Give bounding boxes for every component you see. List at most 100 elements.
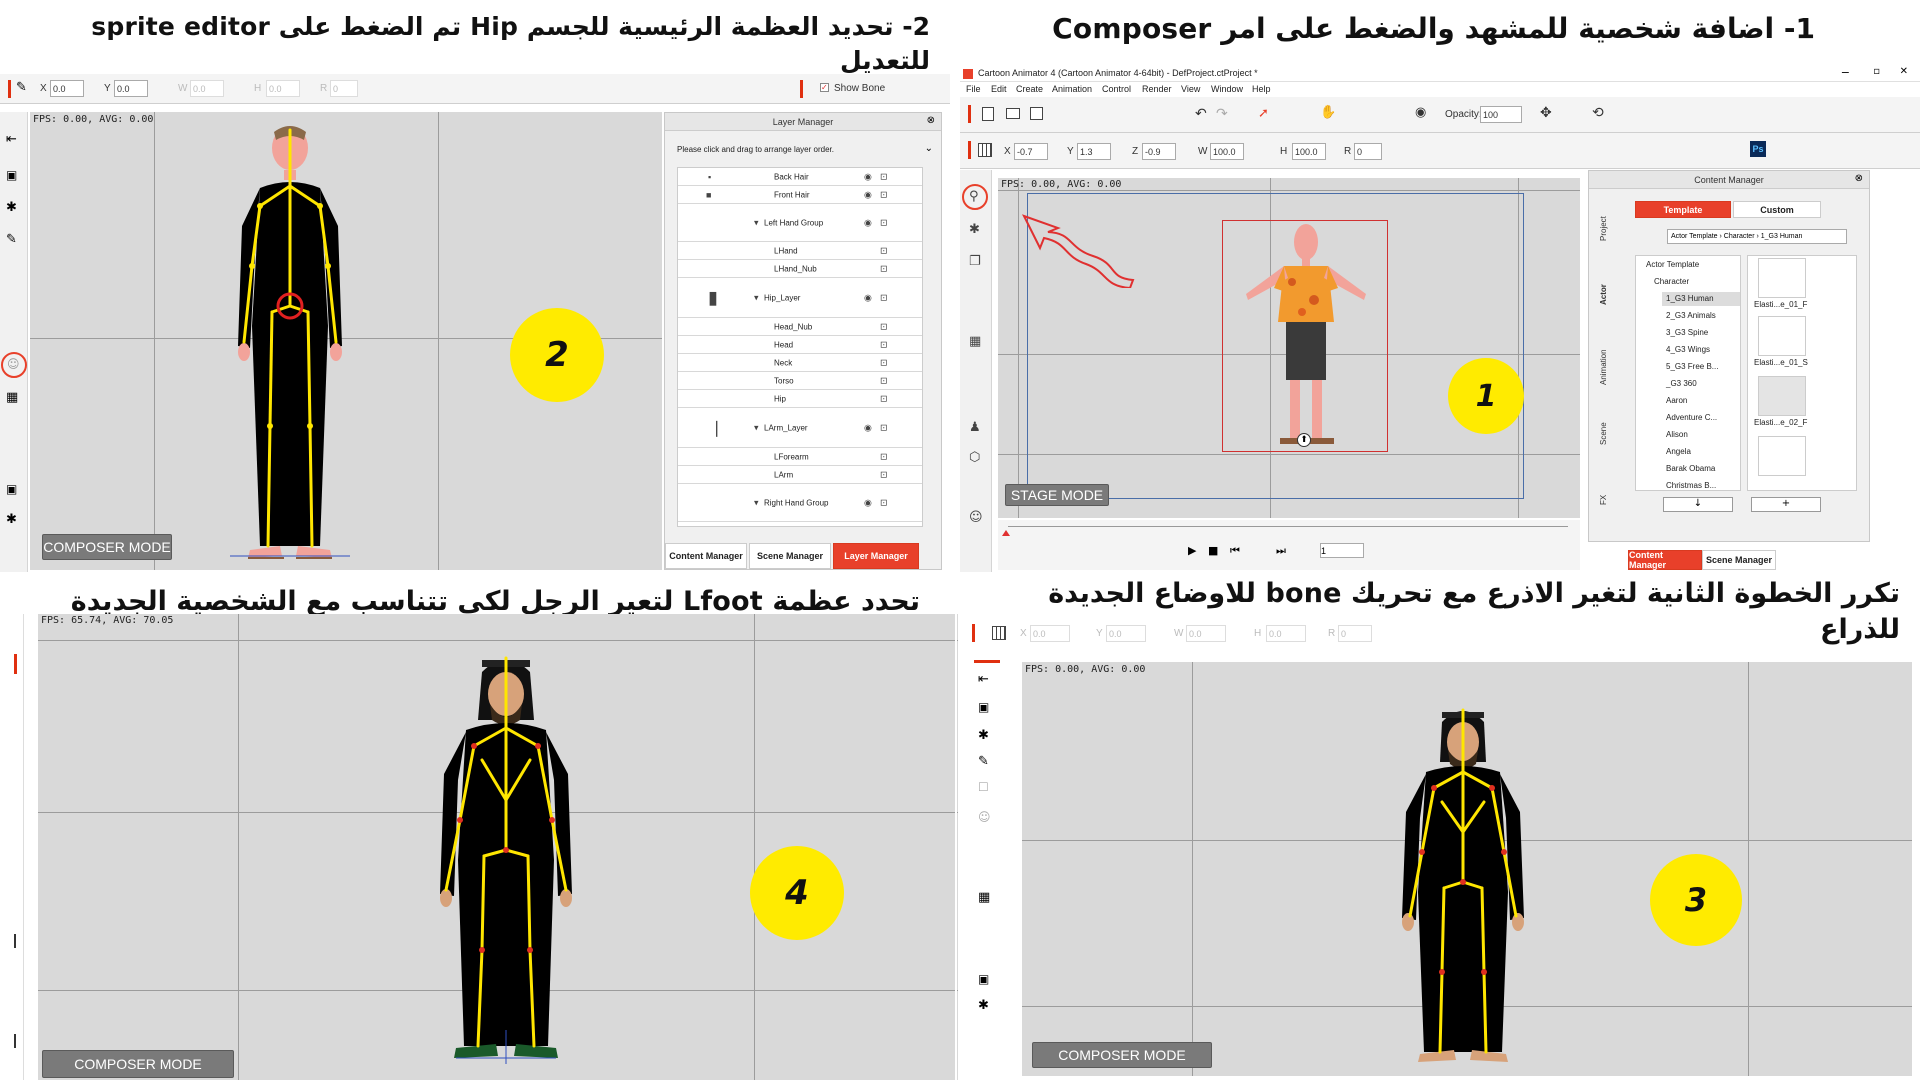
- minimize-button[interactable]: −: [1841, 66, 1850, 79]
- tree-item[interactable]: 3_G3 Spine: [1666, 328, 1708, 337]
- y-input[interactable]: [1106, 625, 1146, 642]
- menu-edit[interactable]: Edit: [991, 84, 1007, 94]
- tree-item[interactable]: 4_G3 Wings: [1666, 345, 1710, 354]
- menu-view[interactable]: View: [1181, 84, 1200, 94]
- layer-icon[interactable]: ❐: [969, 254, 981, 269]
- layer-row[interactable]: LHand_Nub ⊡: [678, 260, 922, 278]
- layer-row[interactable]: Neck ⊡: [678, 354, 922, 372]
- expand-icon[interactable]: ▾: [754, 217, 759, 228]
- grid-icon[interactable]: ▦: [6, 390, 18, 405]
- r-input[interactable]: [1338, 625, 1372, 642]
- side-tab-fx[interactable]: FX: [1599, 495, 1608, 505]
- eye-icon[interactable]: ◉: [864, 189, 872, 200]
- path-item[interactable]: Actor Template: [1671, 233, 1718, 240]
- tree-item[interactable]: 5_G3 Free B...: [1666, 362, 1718, 371]
- morph-icon[interactable]: ⬡: [969, 450, 980, 465]
- layer-row[interactable]: ❘ ▾ LArm_Layer ◉ ⊡: [678, 408, 922, 448]
- lock-icon[interactable]: ⊡: [880, 217, 888, 228]
- tab-custom[interactable]: Custom: [1733, 201, 1821, 218]
- h-input[interactable]: [1266, 625, 1306, 642]
- redo-icon[interactable]: ↷: [1216, 106, 1228, 122]
- grid-icon[interactable]: ▦: [978, 890, 990, 905]
- layer-row[interactable]: LArm ⊡: [678, 466, 922, 484]
- lock-icon[interactable]: ⊡: [880, 171, 888, 182]
- tool-tick[interactable]: [14, 1034, 16, 1048]
- tool-tick[interactable]: [14, 934, 16, 948]
- stage-viewport[interactable]: FPS: 0.00, AVG: 0.00 ⬆ STAGE MODE 1: [998, 178, 1580, 518]
- stop-icon[interactable]: ■: [1208, 544, 1218, 557]
- tree-item[interactable]: _G3 360: [1666, 379, 1697, 388]
- show-bone-checkbox[interactable]: ✓: [820, 83, 829, 92]
- tree-item[interactable]: Christmas B...: [1666, 481, 1716, 490]
- eye-icon[interactable]: ◉: [864, 292, 872, 303]
- menu-render[interactable]: Render: [1142, 84, 1172, 94]
- lock-icon[interactable]: ⊡: [880, 263, 888, 274]
- layer-row[interactable]: ▾ Right Hand Group ◉ ⊡: [678, 484, 922, 522]
- frame-input[interactable]: [1320, 543, 1364, 558]
- layer-row[interactable]: ▾ Left Hand Group ◉ ⊡: [678, 204, 922, 242]
- tree-item[interactable]: 1_G3 Human: [1666, 294, 1714, 303]
- w-input[interactable]: [190, 80, 224, 97]
- skeleton-icon[interactable]: ✱: [978, 998, 989, 1013]
- lock-icon[interactable]: ⊡: [880, 357, 888, 368]
- tree-item[interactable]: Adventure C...: [1666, 413, 1717, 422]
- lock-icon[interactable]: ⊡: [880, 375, 888, 386]
- tree-item[interactable]: Alison: [1666, 430, 1688, 439]
- psd-icon[interactable]: ▣: [6, 168, 17, 182]
- timeline-track[interactable]: [1008, 526, 1568, 527]
- bone-tool-icon[interactable]: ✱: [978, 728, 989, 743]
- thumbnail[interactable]: [1758, 258, 1806, 298]
- thumbnail[interactable]: [1758, 316, 1806, 356]
- menu-create[interactable]: Create: [1016, 84, 1043, 94]
- pen-tool-icon[interactable]: ✎: [6, 232, 17, 247]
- undo-icon[interactable]: ↶: [1195, 106, 1207, 122]
- save-icon[interactable]: [1030, 107, 1043, 120]
- tab-content-manager[interactable]: Content Manager: [665, 543, 747, 569]
- character-human[interactable]: [1226, 222, 1386, 450]
- rotate-icon[interactable]: ⟲: [1592, 105, 1604, 121]
- download-button[interactable]: ↓: [1663, 497, 1733, 512]
- skeleton-icon[interactable]: ✱: [6, 512, 17, 527]
- x-input[interactable]: [50, 80, 84, 97]
- tab-layer-manager[interactable]: Layer Manager: [833, 543, 919, 569]
- lock-icon[interactable]: ⊡: [880, 189, 888, 200]
- sprite-editor-icon[interactable]: ☺: [7, 357, 20, 371]
- lock-icon[interactable]: ⊡: [880, 497, 888, 508]
- side-tab-scene[interactable]: Scene: [1599, 422, 1608, 445]
- move-icon[interactable]: ✥: [1540, 105, 1552, 121]
- tab-content-manager[interactable]: Content Manager: [1628, 550, 1702, 570]
- layer-row[interactable]: Torso ⊡: [678, 372, 922, 390]
- w-input[interactable]: [1186, 625, 1226, 642]
- menu-animation[interactable]: Animation: [1052, 84, 1092, 94]
- expand-icon[interactable]: ▾: [754, 292, 759, 303]
- tree-item[interactable]: Actor Template: [1646, 260, 1699, 269]
- layer-row[interactable]: ■ Front Hair ◉ ⊡: [678, 186, 922, 204]
- open-file-icon[interactable]: [1006, 108, 1020, 119]
- composer-viewport[interactable]: FPS: 0.00, AVG: 0.00: [1022, 662, 1912, 1076]
- tab-template[interactable]: Template: [1635, 201, 1731, 218]
- panel-close-icon[interactable]: ⊗: [927, 115, 935, 126]
- grid-icon[interactable]: ▦: [969, 334, 981, 349]
- pivot-icon[interactable]: ⬆: [1297, 433, 1311, 447]
- select-icon[interactable]: ➚: [1258, 106, 1269, 121]
- composer-viewport[interactable]: FPS: 0.00, AVG: 0.00: [30, 112, 662, 570]
- pen-tool-icon[interactable]: ✎: [978, 754, 989, 769]
- menu-help[interactable]: Help: [1252, 84, 1271, 94]
- layer-row[interactable]: LForearm ⊡: [678, 448, 922, 466]
- pen-icon[interactable]: ✎: [16, 80, 27, 95]
- tree-item[interactable]: Barak Obama: [1666, 464, 1715, 473]
- lock-icon[interactable]: ⊡: [880, 245, 888, 256]
- opacity-input[interactable]: [1480, 106, 1522, 123]
- eye-icon[interactable]: ◉: [864, 497, 872, 508]
- side-tab-actor[interactable]: Actor: [1599, 284, 1608, 305]
- layer-row[interactable]: LHand ⊡: [678, 242, 922, 260]
- add-button[interactable]: +: [1751, 497, 1821, 512]
- w-input[interactable]: [1210, 143, 1244, 160]
- panel-close-icon[interactable]: ⊗: [1855, 173, 1863, 184]
- puppet-icon[interactable]: ♟: [969, 420, 981, 435]
- tab-scene-manager[interactable]: Scene Manager: [749, 543, 831, 569]
- eye-icon[interactable]: ◉: [864, 422, 872, 433]
- morph-icon[interactable]: ☺: [978, 810, 991, 824]
- path-item[interactable]: Character: [1724, 233, 1755, 240]
- close-button[interactable]: ✕: [1900, 66, 1908, 77]
